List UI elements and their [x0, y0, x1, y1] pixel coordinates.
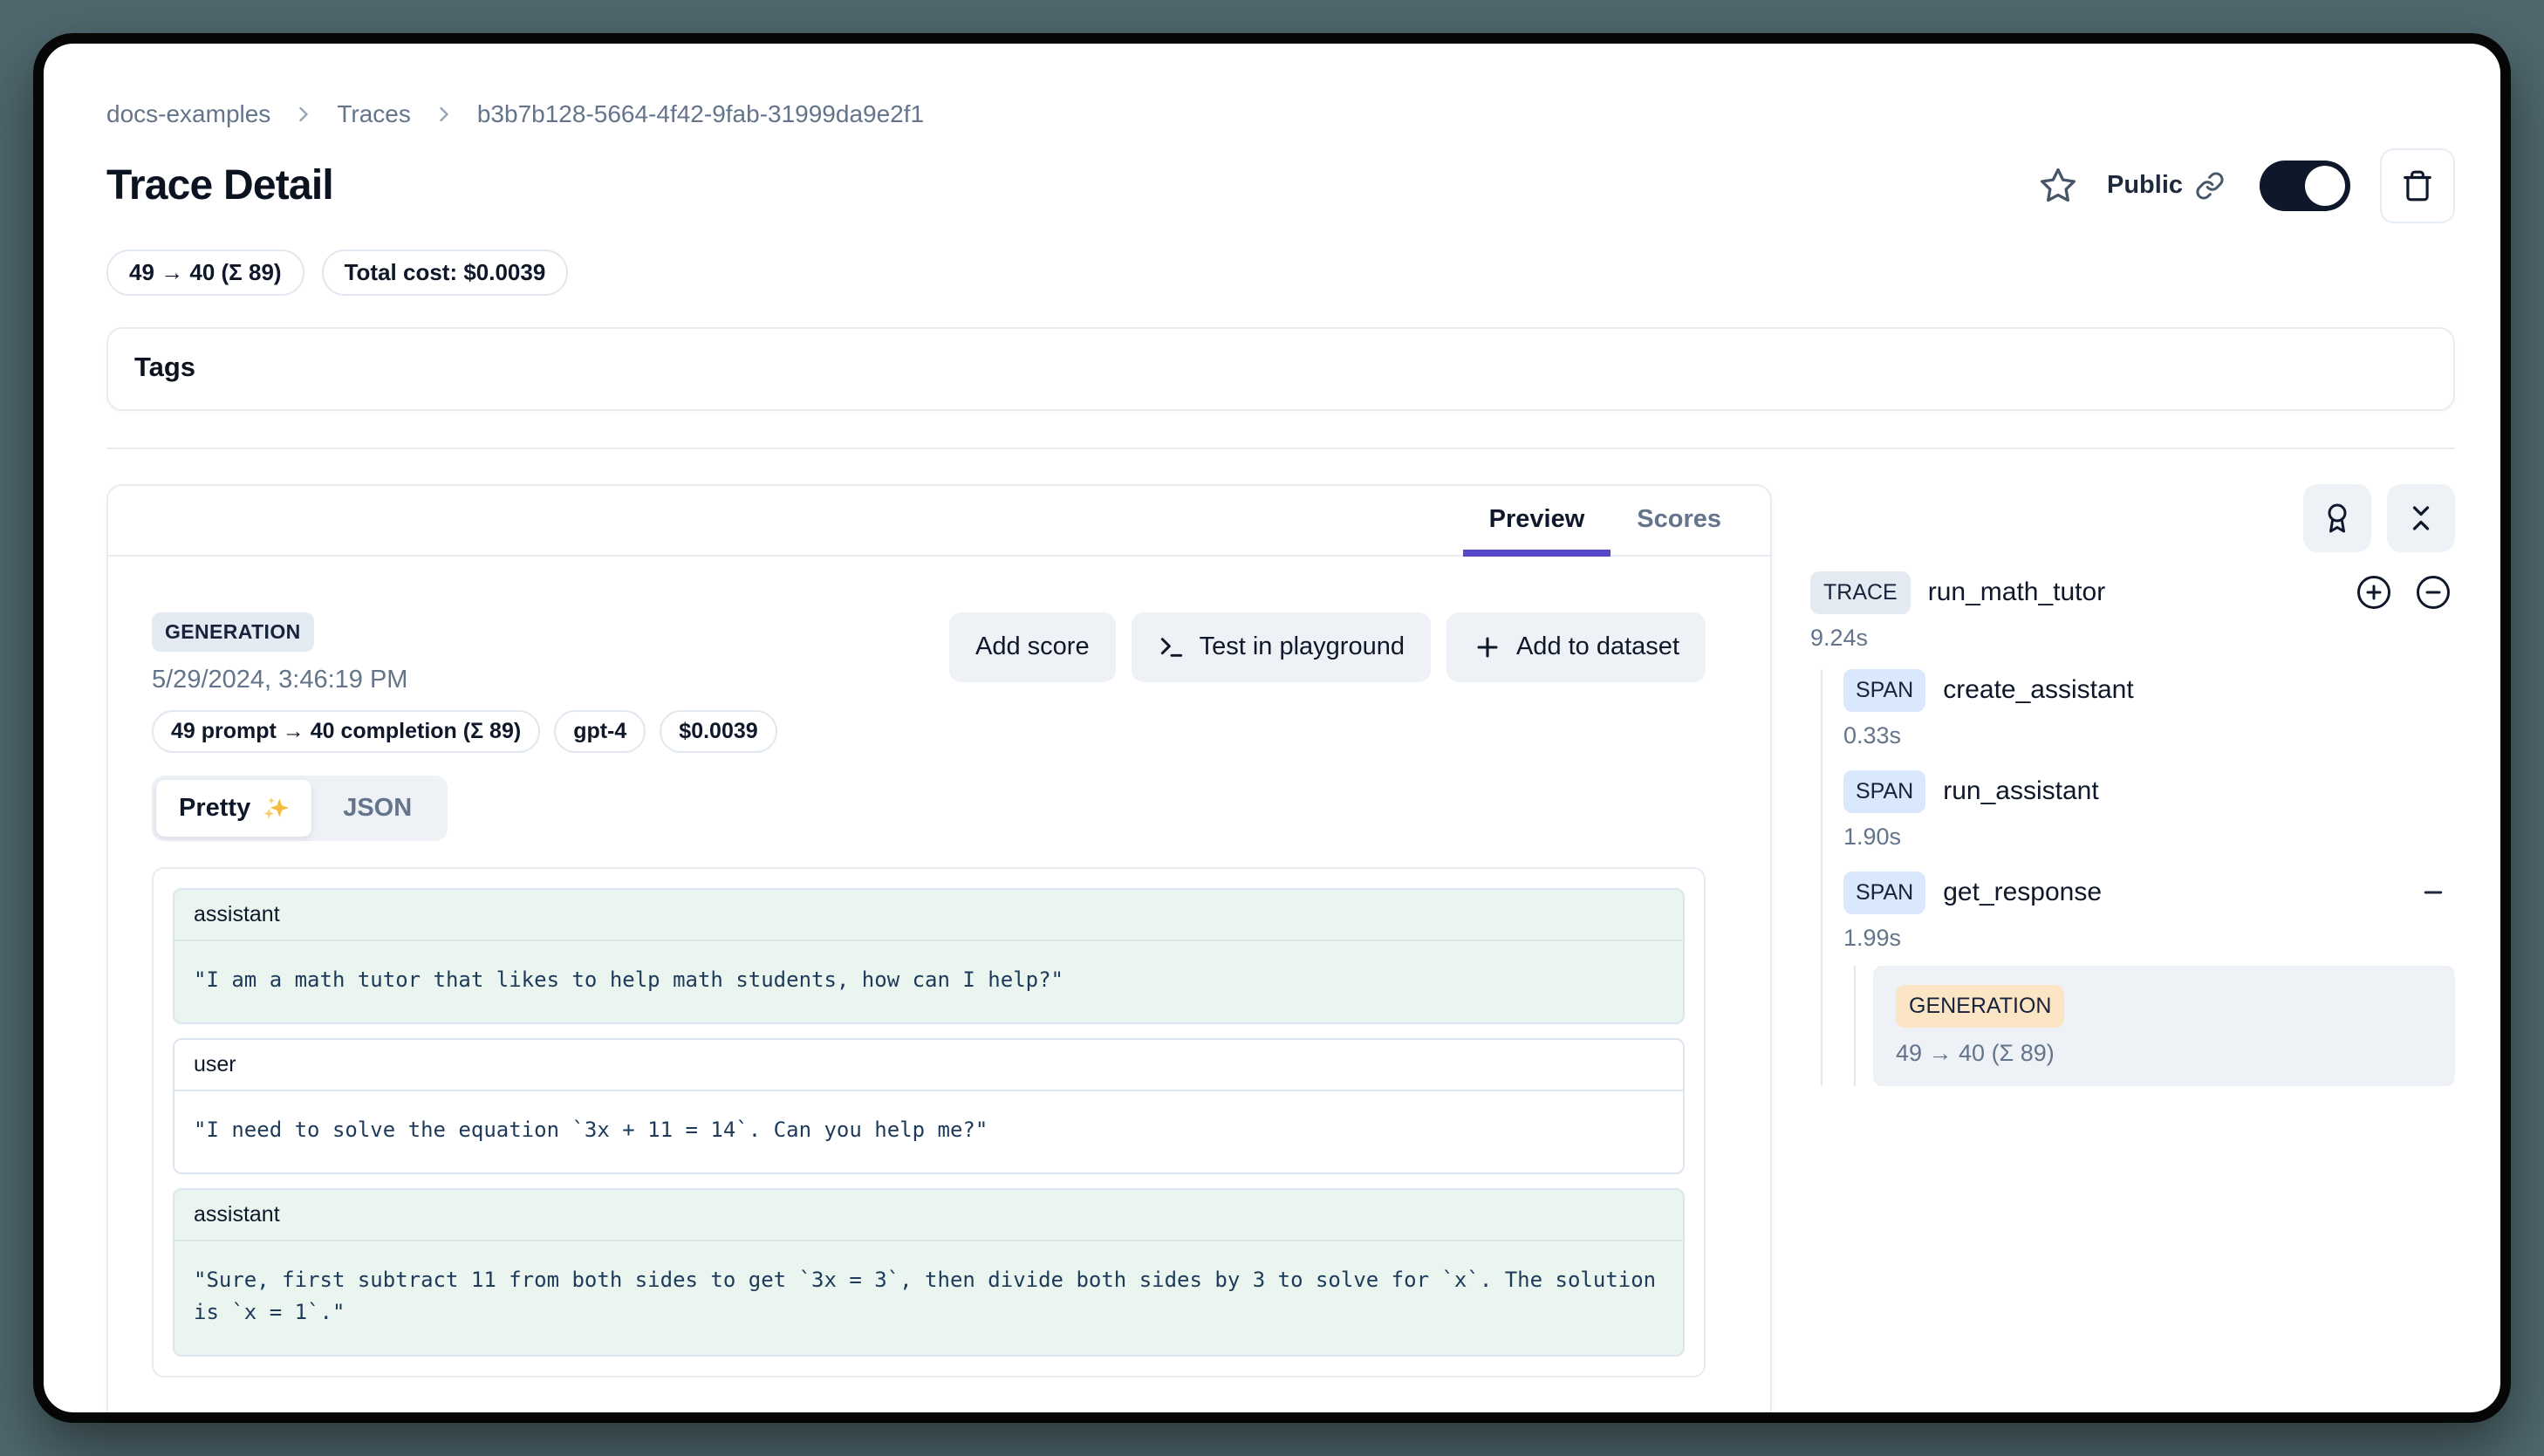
tree-controls [1810, 484, 2455, 552]
link-icon[interactable] [2195, 171, 2225, 201]
observation-type-badge: GENERATION [152, 612, 314, 652]
message-assistant: assistant "I am a math tutor that likes … [173, 888, 1685, 1024]
span-duration: 0.33s [1843, 722, 2455, 749]
span-duration: 1.90s [1843, 824, 2455, 851]
trace-name: run_math_tutor [1928, 578, 2105, 607]
test-in-playground-label: Test in playground [1200, 632, 1405, 661]
delete-trace-button[interactable] [2380, 148, 2455, 223]
collapse-all-button[interactable] [2387, 484, 2455, 552]
message-role: assistant [174, 1190, 1683, 1241]
terminal-icon [1158, 633, 1186, 661]
message-content: "I am a math tutor that likes to help ma… [174, 941, 1683, 1022]
cost-badge: $0.0039 [660, 710, 776, 753]
model-badge: gpt-4 [554, 710, 646, 753]
chevrons-down-up-icon [2405, 502, 2437, 534]
page-title: Trace Detail [106, 161, 333, 209]
span-name: get_response [1943, 878, 2102, 907]
circle-minus-icon[interactable] [2415, 574, 2452, 611]
star-icon[interactable] [2039, 167, 2077, 205]
span-node-create-assistant[interactable]: SPAN create_assistant 0.33s [1843, 669, 2455, 749]
messages-container: assistant "I am a math tutor that likes … [152, 867, 1706, 1378]
token-usage-badge: 49 → 40 (Σ 89) [106, 250, 304, 296]
test-in-playground-button[interactable]: Test in playground [1132, 612, 1431, 682]
chevron-right-icon [432, 102, 456, 126]
breadcrumb-traces[interactable]: Traces [337, 99, 411, 129]
span-type-badge: SPAN [1843, 872, 1925, 914]
span-type-badge: SPAN [1843, 770, 1925, 813]
trace-type-badge: TRACE [1810, 571, 1911, 614]
pretty-view-label: Pretty [179, 794, 250, 823]
trace-node[interactable]: TRACE run_math_tutor [1810, 571, 2455, 614]
award-icon [2322, 502, 2353, 534]
message-content: "Sure, first subtract 11 from both sides… [174, 1241, 1683, 1355]
breadcrumb-trace-id: b3b7b128-5664-4f42-9fab-31999da9e2f1 [477, 99, 924, 129]
public-label: Public [2107, 171, 2183, 200]
observation-timestamp: 5/29/2024, 3:46:19 PM [152, 666, 777, 694]
plus-icon [1473, 632, 1502, 662]
add-score-button[interactable]: Add score [949, 612, 1116, 682]
generation-usage: 49 → 40 (Σ 89) [1896, 1040, 2432, 1067]
app-window: docs-examples Traces b3b7b128-5664-4f42-… [33, 33, 2511, 1423]
span-node-get-response[interactable]: SPAN get_response 1.99s GENERATION 49 → … [1843, 872, 2455, 1086]
panel-content: GENERATION 5/29/2024, 3:46:19 PM 49 prom… [108, 557, 1770, 1423]
message-user: user "I need to solve the equation `3x +… [173, 1038, 1685, 1174]
prompt-completion-badge: 49 prompt → 40 completion (Σ 89) [152, 710, 540, 753]
generation-node-selected[interactable]: GENERATION 49 → 40 (Σ 89) [1873, 966, 2455, 1086]
breadcrumb: docs-examples Traces b3b7b128-5664-4f42-… [106, 99, 2455, 129]
span-children: GENERATION 49 → 40 (Σ 89) [1854, 966, 2455, 1086]
span-name: run_assistant [1943, 776, 2098, 806]
view-switch: Pretty JSON [152, 776, 448, 841]
tab-scores[interactable]: Scores [1611, 486, 1747, 555]
observation-panel: Preview Scores GENERATION 5/29/2024, 3:4… [106, 484, 1772, 1423]
message-content: "I need to solve the equation `3x + 11 =… [174, 1091, 1683, 1172]
total-cost-badge: Total cost: $0.0039 [322, 250, 569, 296]
span-duration: 1.99s [1843, 925, 2455, 952]
span-node-run-assistant[interactable]: SPAN run_assistant 1.90s [1843, 770, 2455, 851]
json-view-button[interactable]: JSON [311, 780, 443, 837]
public-link-control: Public [2107, 171, 2225, 201]
toggle-knob [2305, 166, 2345, 206]
circle-plus-icon[interactable] [2356, 574, 2392, 611]
trace-summary-badges: 49 → 40 (Σ 89) Total cost: $0.0039 [106, 250, 2455, 296]
trace-children: SPAN create_assistant 0.33s SPAN run_ass… [1821, 669, 2455, 1086]
generation-type-badge: GENERATION [1896, 985, 2064, 1028]
trace-tree: TRACE run_math_tutor 9.24s SPAN [1810, 484, 2455, 1107]
chevron-right-icon [291, 102, 316, 126]
minus-icon[interactable] [2420, 879, 2446, 906]
add-to-dataset-button[interactable]: Add to dataset [1446, 612, 1706, 682]
tab-preview[interactable]: Preview [1463, 486, 1611, 555]
message-role: assistant [174, 890, 1683, 941]
observation-actions: Add score Test in playground Add to dat [949, 612, 1706, 682]
section-divider [106, 448, 2455, 449]
observation-meta: GENERATION 5/29/2024, 3:46:19 PM 49 prom… [152, 612, 777, 753]
public-toggle[interactable] [2260, 161, 2350, 211]
add-to-dataset-label: Add to dataset [1516, 632, 1679, 661]
observation-badges: 49 prompt → 40 completion (Σ 89) gpt-4 $… [152, 710, 777, 753]
tags-section[interactable]: Tags [106, 327, 2455, 411]
span-type-badge: SPAN [1843, 669, 1925, 712]
page-header: Trace Detail Public [106, 148, 2455, 223]
message-assistant: assistant "Sure, first subtract 11 from … [173, 1188, 1685, 1357]
observation-header: GENERATION 5/29/2024, 3:46:19 PM 49 prom… [152, 612, 1706, 753]
trace-duration: 9.24s [1810, 625, 2455, 652]
tree-expand-controls [2356, 574, 2452, 611]
tags-title: Tags [134, 352, 2427, 383]
annotate-button[interactable] [2303, 484, 2371, 552]
breadcrumb-project[interactable]: docs-examples [106, 99, 270, 129]
pretty-view-button[interactable]: Pretty [156, 780, 311, 837]
header-controls: Public [2039, 148, 2455, 223]
sparkles-icon [261, 794, 289, 822]
main-content: Preview Scores GENERATION 5/29/2024, 3:4… [106, 484, 2455, 1423]
span-name: create_assistant [1943, 675, 2133, 705]
panel-tab-bar: Preview Scores [108, 486, 1770, 557]
message-role: user [174, 1040, 1683, 1091]
